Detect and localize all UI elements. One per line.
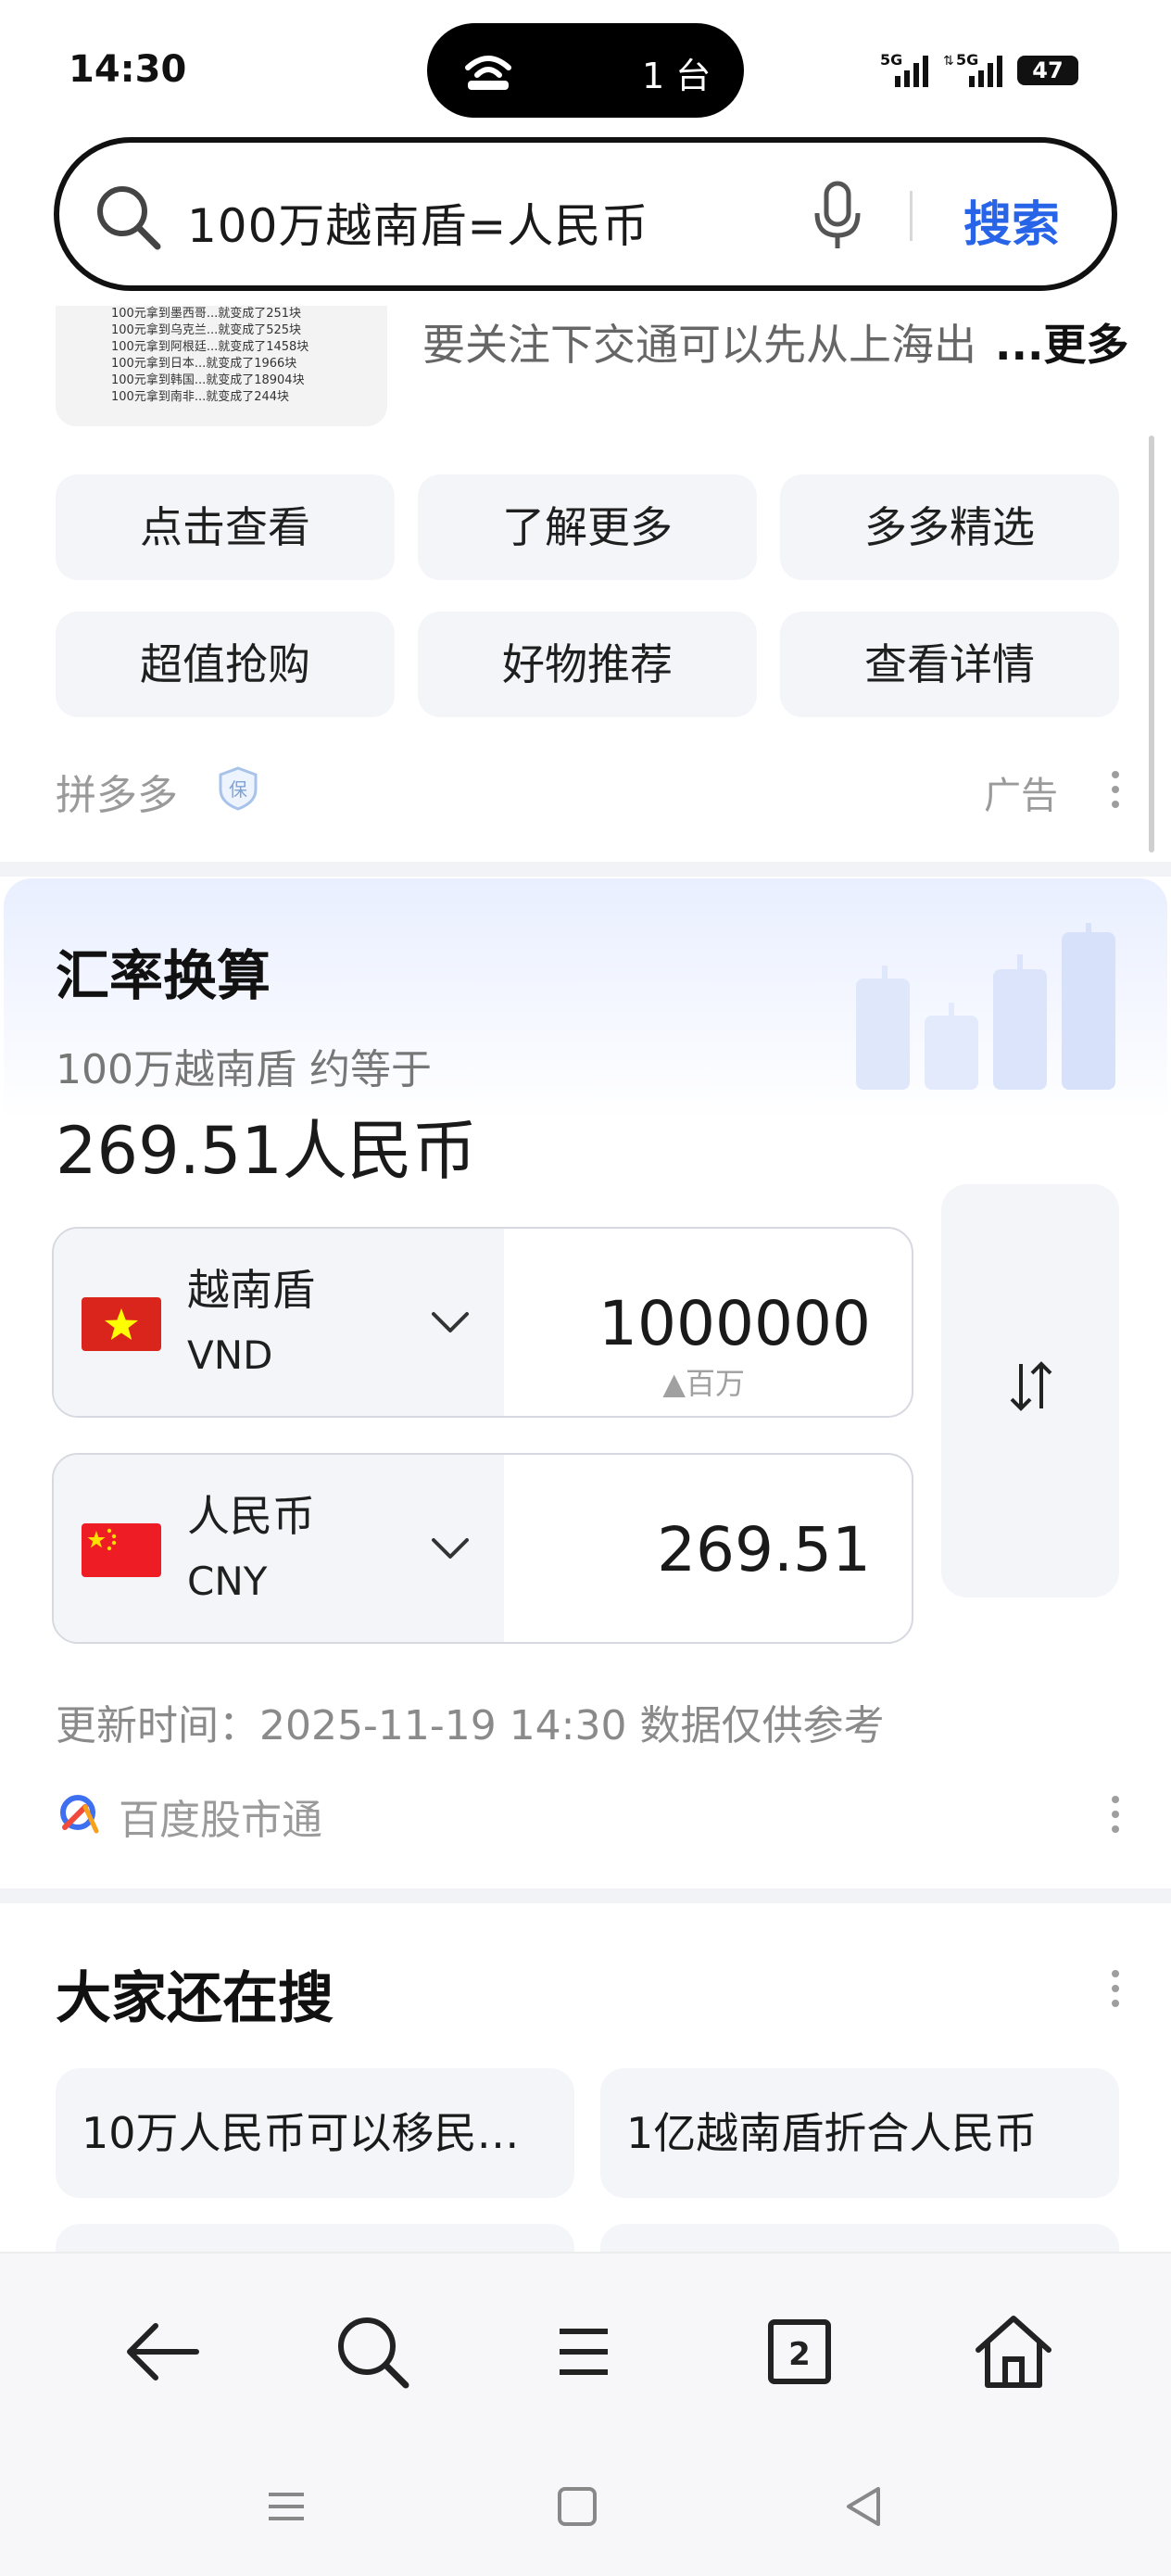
ad-chip[interactable]: 多多精选 (780, 474, 1119, 580)
swap-arrows-icon (1010, 1361, 1052, 1411)
hotspot-icon (465, 56, 511, 90)
menu-icon[interactable] (537, 2305, 630, 2398)
search-input[interactable]: 100万越南盾=人民币 (187, 189, 648, 256)
ad-more-options-icon[interactable] (1112, 771, 1121, 815)
baidu-stock-logo-icon (60, 1795, 99, 1834)
dynamic-island[interactable]: 1 台 (427, 23, 744, 118)
ad-more-link[interactable]: ...更多 (995, 311, 1128, 373)
search-divider (910, 191, 913, 241)
exchange-more-options-icon[interactable] (1112, 1796, 1121, 1840)
tabs-count: 2 (788, 2336, 811, 2373)
shield-icon: 保 (219, 766, 258, 811)
chevron-down-icon (432, 1538, 469, 1559)
related-more-options-icon[interactable] (1112, 1970, 1121, 2014)
from-currency-name: 越南盾 (187, 1265, 315, 1315)
to-currency-box[interactable]: 人民币 CNY 269.51 (52, 1453, 913, 1644)
svg-text:5G: 5G (880, 52, 902, 69)
tabs-icon[interactable]: 2 (752, 2305, 845, 2398)
signal-5g-icon: 5G (880, 52, 928, 87)
ad-chip[interactable]: 点击查看 (56, 474, 395, 580)
status-bar: 14:30 1 台 5G ⇅ 5G 47 (0, 0, 1171, 139)
from-amount-input[interactable]: 1000000 (598, 1288, 871, 1359)
ad-chip[interactable]: 查看详情 (780, 612, 1119, 717)
ad-source: 拼多多 (56, 772, 178, 819)
chevron-down-icon (432, 1312, 469, 1332)
china-flag-icon (82, 1523, 161, 1577)
to-currency-selector[interactable]: 人民币 CNY (54, 1455, 504, 1642)
device-count: 1 台 (642, 56, 711, 96)
exchange-card: 汇率换算 100万越南盾 约等于 269.51人民币 越南盾 VND 10000… (0, 878, 1171, 1888)
exchange-title: 汇率换算 (56, 944, 271, 1007)
swap-currency-button[interactable] (941, 1184, 1119, 1597)
exchange-subtitle: 100万越南盾 约等于 (56, 1046, 432, 1093)
from-currency-code: VND (187, 1332, 273, 1378)
signal-5g-icon: ⇅ 5G (943, 52, 1002, 87)
vietnam-flag-icon (82, 1297, 161, 1351)
section-separator (0, 1888, 1171, 1903)
related-searches-title: 大家还在搜 (56, 1966, 334, 2031)
search-icon[interactable] (326, 2305, 419, 2398)
ad-chip[interactable]: 了解更多 (418, 474, 757, 580)
from-currency-box[interactable]: 越南盾 VND 1000000 ▲百万 (52, 1227, 913, 1418)
browser-toolbar: 2 (0, 2252, 1171, 2456)
to-currency-code: CNY (187, 1559, 268, 1604)
section-separator (0, 862, 1171, 877)
system-navigation-bar (0, 2456, 1171, 2576)
status-time: 14:30 (69, 48, 187, 91)
home-square-icon[interactable] (554, 2483, 600, 2530)
related-search-item[interactable]: 10万人民币可以移民哪个国家 (56, 2068, 574, 2198)
thumb-line: 100元拿到南非...就变成了244块 (111, 390, 290, 404)
amount-unit-hint: ▲百万 (662, 1366, 745, 1401)
ad-chip[interactable]: 好物推荐 (418, 612, 757, 717)
thumb-line: 100元拿到日本...就变成了1966块 (111, 357, 297, 371)
to-currency-name: 人民币 (187, 1491, 315, 1541)
bar-chart-decoration (856, 923, 1115, 1090)
svg-text:⇅: ⇅ (943, 54, 954, 69)
shield-text: 保 (229, 778, 247, 801)
thumb-line: 100元拿到乌克兰...就变成了525块 (111, 323, 302, 337)
svg-text:5G: 5G (956, 52, 978, 69)
exchange-result: 269.51人民币 (56, 1113, 477, 1189)
thumb-line: 100元拿到韩国...就变成了18904块 (111, 373, 305, 387)
from-currency-selector[interactable]: 越南盾 VND (54, 1229, 504, 1416)
ad-label: 广告 (984, 775, 1058, 817)
ad-description[interactable]: 要关注下交通可以先从上海出 (422, 311, 1015, 373)
thumb-line: 100元拿到墨西哥...就变成了251块 (111, 307, 302, 321)
ad-thumbnail[interactable]: 100元拿到墨西哥...就变成了251块 100元拿到乌克兰...就变成了525… (56, 306, 387, 426)
back-triangle-icon[interactable] (841, 2483, 888, 2530)
update-time: 更新时间：2025-11-19 14:30 数据仅供参考 (56, 1702, 885, 1749)
battery-icon: 47 (1017, 56, 1078, 85)
home-icon[interactable] (967, 2305, 1060, 2398)
exchange-source: 百度股市通 (119, 1797, 322, 1844)
thumb-line: 100元拿到阿根廷...就变成了1458块 (111, 340, 309, 354)
ad-chip[interactable]: 超值抢购 (56, 612, 395, 717)
back-arrow-icon[interactable] (115, 2305, 208, 2398)
search-button[interactable]: 搜索 (963, 185, 1060, 255)
to-amount-input[interactable]: 269.51 (657, 1514, 871, 1585)
microphone-icon[interactable] (812, 180, 863, 254)
related-search-item[interactable]: 1亿越南盾折合人民币 (600, 2068, 1119, 2198)
scrollbar[interactable] (1149, 436, 1154, 852)
recent-apps-icon[interactable] (263, 2483, 309, 2530)
search-icon (97, 186, 161, 250)
search-bar[interactable]: 100万越南盾=人民币 搜索 (54, 137, 1117, 291)
